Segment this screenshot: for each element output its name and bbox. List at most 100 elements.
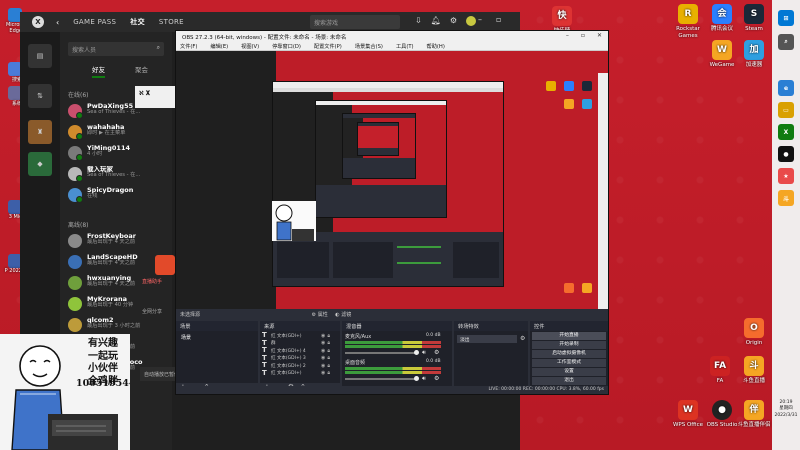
maximize-icon[interactable]: ▫ — [581, 32, 585, 39]
transition-select[interactable]: 淡出 — [457, 335, 517, 343]
obs-menu-item[interactable]: 文件(F) — [180, 43, 197, 50]
game-search-input[interactable]: 搜索游戏 — [310, 15, 400, 29]
friend-list-item[interactable]: 载入玩家 Sea of Thieves - 在... — [60, 166, 172, 187]
volume-slider-handle[interactable] — [414, 376, 419, 381]
obs-menu-item[interactable]: 帮助(H) — [427, 43, 445, 50]
desktop-icon-doc2[interactable]: P 2022 — [0, 254, 22, 280]
library-icon[interactable]: ▤ — [28, 44, 52, 68]
minimize-icon[interactable]: – — [566, 32, 569, 39]
maximize-icon[interactable]: ▫ — [496, 15, 501, 24]
friend-status: 即时 ▶ 在主菜单 — [87, 130, 126, 137]
desktop-icon-edge[interactable]: Micros Edge — [0, 8, 22, 34]
clock[interactable]: 20:19 星期四 2022/3/31 — [772, 400, 800, 419]
desktop-icon-accelerator[interactable]: 加加速器 — [732, 40, 776, 69]
speaker-icon[interactable]: 🔊︎ — [422, 375, 426, 383]
control-button[interactable]: 设置 — [532, 368, 606, 376]
eye-icon[interactable]: ◉ — [321, 355, 325, 361]
volume-meter — [345, 341, 441, 344]
control-button[interactable]: 开始直播 — [532, 332, 606, 340]
edge-icon[interactable]: e — [778, 80, 794, 96]
source-item[interactable]: T红 文本(GDI+) 4 ◉ 🔒︎ — [260, 347, 340, 355]
game-tile-icon[interactable]: ♜ — [28, 120, 52, 144]
obs-menu-item[interactable]: 视图(V) — [241, 43, 259, 50]
friend-list-item[interactable]: SpicyDragon 在线 — [60, 187, 172, 208]
lock-icon[interactable]: 🔒︎ — [327, 340, 330, 346]
folder-icon[interactable]: ▭ — [778, 102, 794, 118]
volume-slider[interactable] — [345, 352, 417, 354]
game-tile-icon[interactable]: ◆ — [28, 152, 52, 176]
filters-button[interactable]: ◐ 滤镜 — [335, 312, 351, 318]
profile-avatar[interactable] — [466, 16, 477, 26]
eye-icon[interactable]: ◉ — [321, 333, 325, 339]
control-button[interactable]: 启动虚拟摄像机 — [532, 350, 606, 358]
tab-game-pass[interactable]: GAME PASS — [73, 18, 116, 26]
desktop-icon-doc[interactable]: 3 Mic — [0, 200, 22, 226]
source-item[interactable]: T红 文本(GDI+) 2 ◉ 🔒︎ — [260, 362, 340, 370]
minimize-icon[interactable]: – — [478, 15, 482, 24]
avatar — [68, 146, 83, 161]
tab-social[interactable]: 社交 — [130, 17, 145, 27]
obs-menu-item[interactable]: 场景集合(S) — [355, 43, 383, 50]
search-icon[interactable]: ⌕ — [778, 34, 794, 50]
source-label: 红 文本(GDI+) 3 — [271, 356, 306, 362]
lock-icon[interactable]: 🔒︎ — [327, 370, 330, 376]
control-button[interactable]: 开始录制 — [532, 341, 606, 349]
desktop-icon-origin[interactable]: O Origin — [732, 318, 776, 347]
scene-item[interactable]: 场景 — [178, 333, 256, 342]
lock-icon[interactable]: 🔒︎ — [327, 348, 330, 354]
obs-menu-item[interactable]: 工具(T) — [396, 43, 414, 50]
desktop-icon-douyu[interactable]: 斗斗鱼直播 — [732, 356, 776, 385]
tab-store[interactable]: STORE — [159, 18, 184, 26]
obs-menu-item[interactable]: 编辑(E) — [210, 43, 228, 50]
start-icon[interactable]: ⊞ — [778, 10, 794, 26]
mixer-track-db: 0.0 dB — [426, 359, 441, 364]
sources-list[interactable]: T红 文本(GDI+) ◉ 🔒︎ T 群 ◉ 🔒︎ T 红 文本(GDI+) 4 ◉ 🔒︎ T 红 文本… — [260, 331, 340, 383]
control-button[interactable]: 工作室模式 — [532, 359, 606, 367]
tab-party[interactable]: 聚会 — [135, 64, 148, 78]
volume-slider[interactable] — [345, 378, 417, 380]
properties-button[interactable]: ⚙ 属性 — [312, 312, 328, 318]
xbox-logo-icon[interactable]: X — [32, 16, 44, 28]
volume-slider-handle[interactable] — [414, 350, 419, 355]
download-icon[interactable]: ⇩ — [415, 16, 422, 26]
close-icon[interactable]: ✕ — [597, 32, 602, 39]
source-item[interactable]: T红 文本(GDI+) ◉ 🔒︎ — [260, 332, 340, 340]
source-label: 群 — [271, 341, 276, 347]
sort-icon[interactable]: ⇅ — [28, 84, 52, 108]
friend-list-item[interactable]: FrostKeyboar 最后出现于 4 天之前 — [60, 233, 172, 254]
desktop-icon-douyu-companion[interactable]: 伴斗鱼直播伴侣 — [732, 400, 776, 429]
obs-menu-item[interactable]: 配置文件(P) — [314, 43, 342, 50]
notifications-icon[interactable]: 🔔︎ — [431, 16, 441, 26]
source-item[interactable]: T红 文本(GDI+) ◉ 🔒︎ — [260, 369, 340, 378]
app-taskbar-icon[interactable]: ★ — [778, 168, 794, 184]
lock-icon[interactable]: 🔒︎ — [327, 363, 330, 369]
obs-menu-item[interactable]: 停靠窗口(D) — [272, 43, 301, 50]
friend-list-item[interactable]: wahahaha 即时 ▶ 在主菜单 — [60, 124, 172, 145]
tab-friends[interactable]: 好友 — [92, 64, 105, 78]
lock-icon[interactable]: 🔒︎ — [327, 355, 330, 361]
desktop-icon-system[interactable]: 系统 — [0, 86, 22, 112]
eye-icon[interactable]: ◉ — [321, 348, 325, 354]
friend-list-item[interactable]: YiMing0114 4 小时 — [60, 145, 172, 166]
speaker-icon[interactable]: 🔊︎ — [422, 349, 426, 357]
eye-icon[interactable]: ◉ — [321, 340, 325, 346]
control-button[interactable]: 退出 — [532, 377, 606, 385]
eye-icon[interactable]: ◉ — [321, 363, 325, 369]
douyu-taskbar-icon[interactable]: 斗 — [778, 190, 794, 206]
xbox-icon[interactable]: X — [778, 124, 794, 140]
desktop-icon-search[interactable]: 搜索 — [0, 62, 22, 88]
obs-preview[interactable] — [176, 51, 608, 319]
eye-icon[interactable]: ◉ — [321, 370, 325, 376]
source-item[interactable]: T红 文本(GDI+) 3 ◉ 🔒︎ — [260, 354, 340, 363]
obs-taskbar-icon[interactable]: ● — [778, 146, 794, 162]
people-search-input[interactable]: 搜索人员 ⌕ — [68, 42, 164, 56]
gear-icon[interactable]: ⚙ — [434, 375, 439, 382]
scenes-list[interactable]: 场景 — [176, 331, 258, 383]
desktop-icon-steam[interactable]: S Steam — [732, 4, 776, 33]
source-item[interactable]: T 群 ◉ 🔒︎ — [260, 339, 340, 348]
settings-icon[interactable]: ⚙ — [450, 16, 457, 26]
gear-icon[interactable]: ⚙ — [520, 335, 525, 342]
back-icon[interactable]: ‹ — [56, 18, 59, 27]
gear-icon[interactable]: ⚙ — [434, 349, 439, 356]
lock-icon[interactable]: 🔒︎ — [327, 333, 330, 339]
